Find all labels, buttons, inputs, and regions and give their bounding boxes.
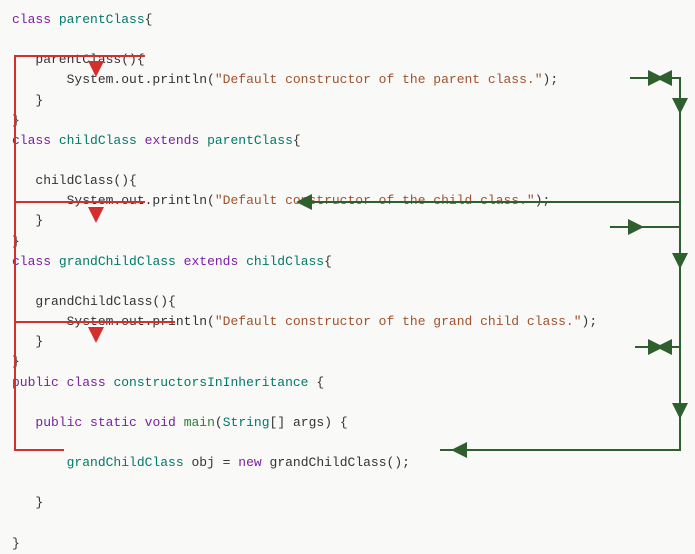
brace: { (316, 375, 324, 390)
keyword-void: void (145, 415, 176, 430)
code-block: class parentClass{ parentClass(){ System… (12, 10, 685, 554)
brace: { (168, 294, 176, 309)
keyword-class: class (12, 133, 51, 148)
brace: { (145, 12, 153, 27)
type-mainClass: constructorsInInheritance (113, 375, 308, 390)
brace: } (12, 234, 20, 249)
constructor-parent: parentClass() (35, 52, 136, 67)
type-grandChildClass: grandChildClass (59, 254, 176, 269)
constructor-call: grandChildClass() (270, 455, 403, 470)
paren: ) (324, 415, 332, 430)
string-parent: "Default constructor of the parent class… (215, 72, 543, 87)
bracket: ] (277, 415, 285, 430)
string-child: "Default constructor of the child class.… (215, 193, 535, 208)
brace: { (129, 173, 137, 188)
param-args: args (293, 415, 324, 430)
paren: ) (535, 193, 543, 208)
paren: ( (207, 72, 215, 87)
type-parentClass: parentClass (59, 12, 145, 27)
brace: { (324, 254, 332, 269)
brace: } (35, 93, 43, 108)
var-obj: obj (191, 455, 214, 470)
method-main: main (184, 415, 215, 430)
keyword-class: class (67, 375, 106, 390)
semi: ; (589, 314, 597, 329)
brace: } (12, 354, 20, 369)
keyword-new: new (238, 455, 261, 470)
keyword-static: static (90, 415, 137, 430)
keyword-public: public (12, 375, 59, 390)
brace: } (35, 334, 43, 349)
sysout-call: System.out.println (67, 314, 207, 329)
brace: { (293, 133, 301, 148)
keyword-class: class (12, 12, 51, 27)
keyword-extends: extends (145, 133, 200, 148)
brace: { (340, 415, 348, 430)
paren: ( (215, 415, 223, 430)
brace: } (12, 536, 20, 551)
constructor-grand: grandChildClass() (35, 294, 168, 309)
sysout-call: System.out.println (67, 72, 207, 87)
semi: ; (543, 193, 551, 208)
sysout-call: System.out.println (67, 193, 207, 208)
type-string: String (223, 415, 270, 430)
brace: } (35, 213, 43, 228)
equals: = (223, 455, 231, 470)
type-childClass: childClass (246, 254, 324, 269)
keyword-extends: extends (184, 254, 239, 269)
brace: } (12, 113, 20, 128)
semi: ; (550, 72, 558, 87)
string-grand: "Default constructor of the grand child … (215, 314, 582, 329)
paren: ( (207, 193, 215, 208)
paren: ( (207, 314, 215, 329)
brace: } (35, 495, 43, 510)
keyword-class: class (12, 254, 51, 269)
type-parentClass: parentClass (207, 133, 293, 148)
constructor-child: childClass() (35, 173, 129, 188)
type-childClass: childClass (59, 133, 137, 148)
semi: ; (402, 455, 410, 470)
type-grandChildClass: grandChildClass (67, 455, 184, 470)
brace: { (137, 52, 145, 67)
keyword-public: public (35, 415, 82, 430)
